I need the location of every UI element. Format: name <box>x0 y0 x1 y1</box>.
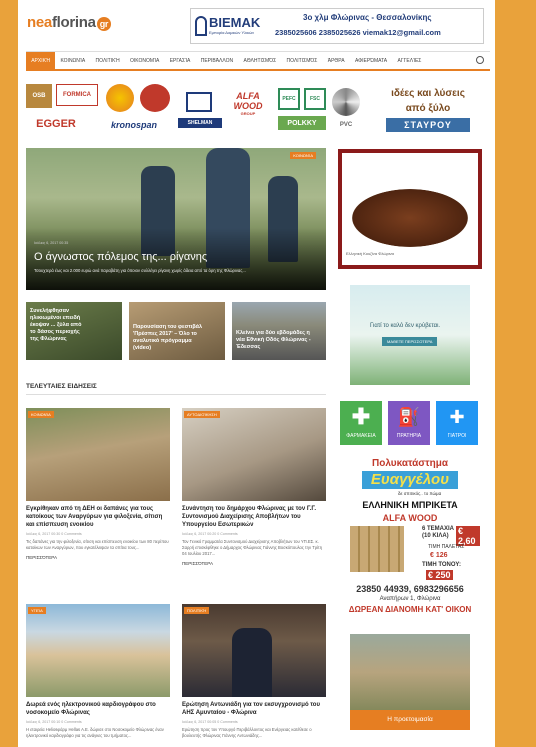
nav-sports[interactable]: Αθλητισμός <box>238 58 281 64</box>
road-caption: Η προετοιμασία <box>350 710 470 730</box>
post-image: Πολιτική <box>182 604 326 697</box>
post-excerpt: Τις δαπάνες για την φιλοξενία, σίτιση κα… <box>26 539 169 550</box>
slogan-line1: ιδέες και λύσεις <box>368 86 488 100</box>
post-title[interactable]: Εγκρίθηκαν από τη ΔΕΗ οι δαπάνες για του… <box>26 505 170 529</box>
category-badge[interactable]: Κοινωνία <box>290 152 316 159</box>
restaurant-ad[interactable]: Ελληνική Κουζίνα Φλώρινα <box>338 149 482 269</box>
biemak-banner[interactable]: BIEMAK Εμπορία Δομικών Υλικών 3ο χλμ Φλώ… <box>190 8 484 44</box>
pvc-logo: PVC <box>332 120 360 130</box>
food-caption: Ελληνική Κουζίνα Φλώρινα <box>346 251 394 256</box>
site-logo[interactable]: neaflorina gr <box>27 14 112 31</box>
kronospan-logo: kronospan <box>98 118 170 132</box>
medkit-icon: ✚ <box>449 407 465 427</box>
category-badge[interactable]: Πολιτική <box>184 607 210 614</box>
spa-ad[interactable]: Γιατί το καλό δεν κρύβεται. ΜΑΘΕΤΕ ΠΕΡΙΣ… <box>350 285 470 385</box>
nav-articles[interactable]: Άρθρα <box>323 58 350 64</box>
alfawood-logo: ALFA WOOD <box>226 91 270 111</box>
spa-text: Γιατί το καλό δεν κρύβεται. <box>370 323 441 329</box>
post-title[interactable]: Συνάντηση του δημάρχου Φλώρινας με τον Γ… <box>182 505 326 529</box>
post-meta: Ιούλιος 6, 2017 00:30 0 Comments <box>26 532 82 536</box>
road-construction-ad[interactable]: Η προετοιμασία <box>350 634 470 730</box>
category-badge[interactable]: Υγεία <box>28 607 46 614</box>
egger-logo: EGGER <box>26 116 86 132</box>
latest-news-heading: ΤΕΛΕΥΤΑΙΕΣ ΕΙΔΗΣΕΙΣ <box>26 383 326 395</box>
learn-more-button[interactable]: ΜΑΘΕΤΕ ΠΕΡΙΣΣΟΤΕΡΑ <box>382 337 438 346</box>
biemak-logo: BIEMAK Εμπορία Δομικών Υλικών <box>195 13 265 40</box>
post-excerpt: Τον Γενικό Γραμματέα Συντονισμού Διαχείρ… <box>182 539 323 556</box>
post-meta: Ιούλιος 6, 2017 00:05 0 Comments <box>182 720 238 724</box>
news-post[interactable]: Αυτοδιοίκηση Συνάντηση του δημάρχου Φλώρ… <box>182 408 326 566</box>
article-meta: Ιούλιος 6, 2017 00:35 <box>34 241 69 245</box>
partner-circle-logo-icon <box>140 84 170 112</box>
small-feature-title: Συνελήφθησαν ηλικιωμένοι επειδή έκοψαν .… <box>30 308 82 342</box>
featured-excerpt: Τσουχτερά έως και 2.000 ευρώ ανά παραβάτ… <box>34 268 246 273</box>
osb-logo: OSB <box>26 84 52 108</box>
post-image: Κοινωνία <box>26 408 170 501</box>
doctors-link[interactable]: ✚ ΓΙΑΤΡΟΙ <box>436 401 478 445</box>
briquette-image <box>350 526 404 572</box>
small-featured-article[interactable]: Παρουσίαση του φεστιβάλ 'Πρέσπες 2017' –… <box>129 302 225 360</box>
small-featured-article[interactable]: Συνελήφθησαν ηλικιωμένοι επειδή έκοψαν .… <box>26 302 122 360</box>
shelman-mark-icon <box>186 92 212 112</box>
post-meta: Ιούλιος 6, 2017 00:20 0 Comments <box>182 532 238 536</box>
featured-title[interactable]: Ο άγνωστος πόλεμος της... ρίγανης <box>34 251 207 263</box>
post-title[interactable]: Δωρεά ενός ηλεκτρονικού καρδιογράφου στο… <box>26 701 170 717</box>
nav-work[interactable]: Εργασία <box>165 58 196 64</box>
slogan-line3: ΣΤΑΥΡΟΥ <box>386 118 470 132</box>
fsc-logo: FSC <box>304 88 326 110</box>
small-featured-article[interactable]: Κλείνει για δύο εβδομάδες η νέα Εθνική Ο… <box>232 302 326 360</box>
pharmacies-link[interactable]: ✚ ΦΑΡΜΑΚΕΙΑ <box>340 401 382 445</box>
partner-logos-banner[interactable]: OSB FORMICA EGGER kronospan SHELMAN ALFA… <box>26 80 488 136</box>
banner-contacts: 2385025606 2385025626 viemak12@gmail.com <box>275 28 441 37</box>
small-feature-title: Παρουσίαση του φεστιβάλ 'Πρέσπες 2017' –… <box>133 324 203 351</box>
nav-politics[interactable]: Πολιτική <box>90 58 124 64</box>
category-badge[interactable]: Αυτοδιοίκηση <box>184 411 220 418</box>
gas-stations-link[interactable]: ⛽ ΠΡΑΤΗΡΙΑ <box>388 401 430 445</box>
nav-environment[interactable]: Περιβάλλον <box>196 58 239 64</box>
news-post[interactable]: Υγεία Δωρεά ενός ηλεκτρονικού καρδιογράφ… <box>26 604 170 739</box>
main-nav: Αρχική Κοινωνία Πολιτική Οικονομία Εργασ… <box>26 51 490 71</box>
post-excerpt: Η εταιρεία Heliosφάρμ Hellas A.E. δώρισε… <box>26 727 164 738</box>
briquette-ad[interactable]: Πολυκατάστημα Ευαγγέλου δε σπιτικός.. το… <box>340 458 480 618</box>
food-plate <box>352 189 468 247</box>
slogan-line2: από ξύλο <box>368 101 488 115</box>
page: neaflorina gr BIEMAK Εμπορία Δομικών Υλικ… <box>18 0 495 747</box>
nav-culture[interactable]: Πολιτισμός <box>281 58 322 64</box>
pefc-logo: PEFC <box>278 88 300 110</box>
polkky-logo: POLKKY <box>278 116 326 130</box>
post-image: Υγεία <box>26 604 170 697</box>
read-more-link[interactable]: Περισσότερα <box>26 555 170 560</box>
nav-classifieds[interactable]: Αγγελίες <box>392 58 426 64</box>
formica-logo: FORMICA <box>56 84 98 106</box>
category-badge[interactable]: Κοινωνία <box>28 411 54 418</box>
house-icon <box>195 16 207 36</box>
fuel-pump-icon: ⛽ <box>397 407 421 427</box>
small-feature-title: Κλείνει για δύο εβδομάδες η νέα Εθνική Ο… <box>236 330 311 350</box>
banner-address: 3ο χλμ Φλώρινας - Θεσσαλονίκης <box>303 13 432 22</box>
news-post[interactable]: Κοινωνία Εγκρίθηκαν από τη ΔΕΗ οι δαπάνε… <box>26 408 170 560</box>
shelman-logo: SHELMAN <box>178 118 222 128</box>
post-excerpt: Ερώτηση προς τον Υπουργό Περιβάλλοντος κ… <box>182 727 312 738</box>
alfawood-sub: GROUP <box>234 110 262 116</box>
pharmacy-cross-icon: ✚ <box>351 404 371 429</box>
nav-tributes[interactable]: Αφιερώματα <box>350 58 393 64</box>
pvc-wheel-icon <box>332 88 360 116</box>
nav-home[interactable]: Αρχική <box>26 51 56 70</box>
nav-economy[interactable]: Οικονομία <box>125 58 165 64</box>
news-post[interactable]: Πολιτική Ερώτηση Αντωνιάδη για τον εκσυγ… <box>182 604 326 739</box>
sun-logo-icon <box>106 84 134 112</box>
post-title[interactable]: Ερώτηση Αντωνιάδη για τον εκσυγχρονισμό … <box>182 701 326 717</box>
post-meta: Ιούλιος 6, 2017 00:10 0 Comments <box>26 720 82 724</box>
featured-article[interactable]: Κοινωνία Ιούλιος 6, 2017 00:35 Ο άγνωστο… <box>26 148 326 290</box>
nav-society[interactable]: Κοινωνία <box>55 58 90 64</box>
read-more-link[interactable]: Περισσότερα <box>182 561 326 566</box>
search-icon[interactable] <box>476 56 484 64</box>
post-image: Αυτοδιοίκηση <box>182 408 326 501</box>
